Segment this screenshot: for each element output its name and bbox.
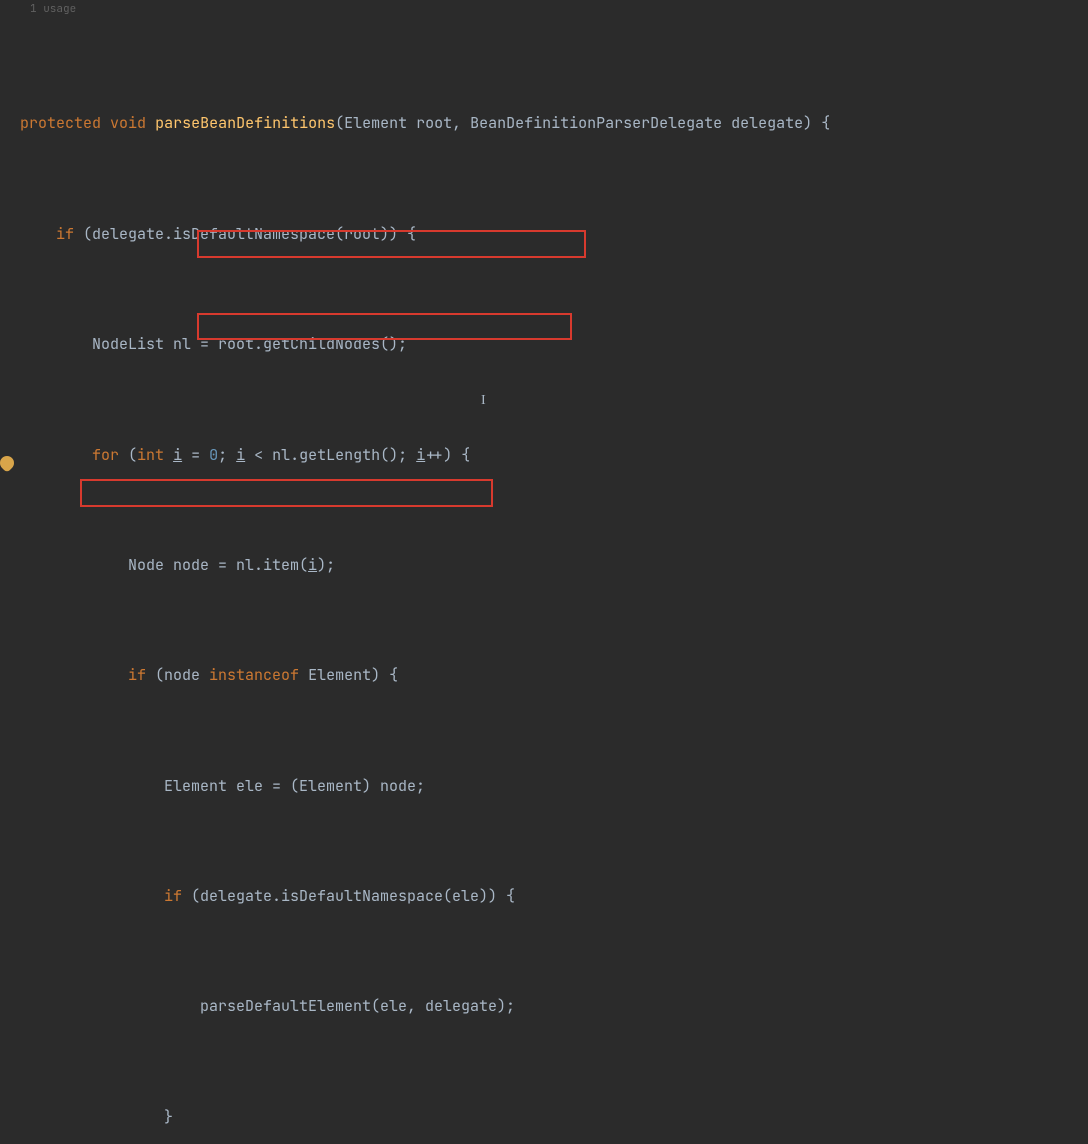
keyword-for: for [92, 445, 119, 465]
keyword-void: void [110, 113, 146, 133]
brace: { [812, 113, 830, 133]
indent [20, 445, 92, 465]
usage-hint: 1 usage [30, 0, 76, 24]
keyword-if: if [56, 224, 74, 244]
indent [20, 886, 164, 906]
code-text: < nl.getLength(); [245, 445, 416, 465]
code-editor[interactable]: 1 usage protected void parseBeanDefiniti… [0, 0, 1088, 1144]
variable-i: i [416, 445, 425, 465]
code-text: (node [146, 665, 209, 685]
code-line[interactable]: NodeList nl = root.getChildNodes(); [0, 331, 1088, 359]
code-text: parseDefaultElement(ele, delegate); [200, 996, 515, 1016]
comma: , [452, 113, 461, 133]
indent [20, 996, 200, 1016]
code-text: (delegate.isDefaultNamespace(ele)) { [182, 886, 515, 906]
code-text: nl = root.getChildNodes(); [164, 334, 407, 354]
code-line[interactable]: parseDefaultElement(ele, delegate); [0, 993, 1088, 1021]
indent [20, 1107, 164, 1127]
param-name: delegate [722, 113, 803, 133]
code-line[interactable]: if (delegate.isDefaultNamespace(root)) { [0, 221, 1088, 249]
brace: } [164, 1107, 173, 1127]
text-cursor-icon: I [481, 387, 486, 415]
indent [20, 334, 92, 354]
variable-i: i [236, 445, 245, 465]
type-name: Element [164, 776, 227, 796]
highlight-box [80, 479, 493, 507]
keyword-protected: protected [20, 113, 101, 133]
keyword-if: if [164, 886, 182, 906]
param-type: Element [344, 113, 407, 133]
code-line[interactable]: if (node instanceof Element) { [0, 662, 1088, 690]
keyword-if: if [128, 665, 146, 685]
code-text: ; [218, 445, 227, 465]
indent [20, 224, 56, 244]
code-text: ele = (Element) node; [227, 776, 425, 796]
keyword-int: int [137, 445, 164, 465]
code-line[interactable]: Element ele = (Element) node; [0, 773, 1088, 801]
code-text: (delegate.isDefaultNamespace(root)) { [74, 224, 416, 244]
space [164, 445, 173, 465]
space [227, 445, 236, 465]
paren-close: ) [803, 113, 812, 133]
keyword-instanceof: instanceof [209, 665, 299, 685]
code-text: ( [119, 445, 137, 465]
indent [20, 665, 128, 685]
code-line[interactable]: Node node = nl.item(i); [0, 552, 1088, 580]
code-line[interactable]: for (int i = 0; i < nl.getLength(); i++)… [0, 442, 1088, 470]
param-type: BeanDefinitionParserDelegate [461, 113, 722, 133]
param-name: root [407, 113, 452, 133]
code-line[interactable]: protected void parseBeanDefinitions(Elem… [0, 110, 1088, 138]
indent [20, 776, 164, 796]
method-name: parseBeanDefinitions [155, 113, 335, 133]
code-text: Element) { [299, 665, 398, 685]
code-line[interactable]: } [0, 1104, 1088, 1132]
variable-i: i [173, 445, 182, 465]
code-text: = [182, 445, 209, 465]
paren-open: ( [335, 113, 344, 133]
type-name: NodeList [92, 334, 164, 354]
number-literal: 0 [209, 445, 218, 465]
code-line[interactable]: if (delegate.isDefaultNamespace(ele)) { [0, 883, 1088, 911]
code-text: ++) { [425, 445, 470, 465]
